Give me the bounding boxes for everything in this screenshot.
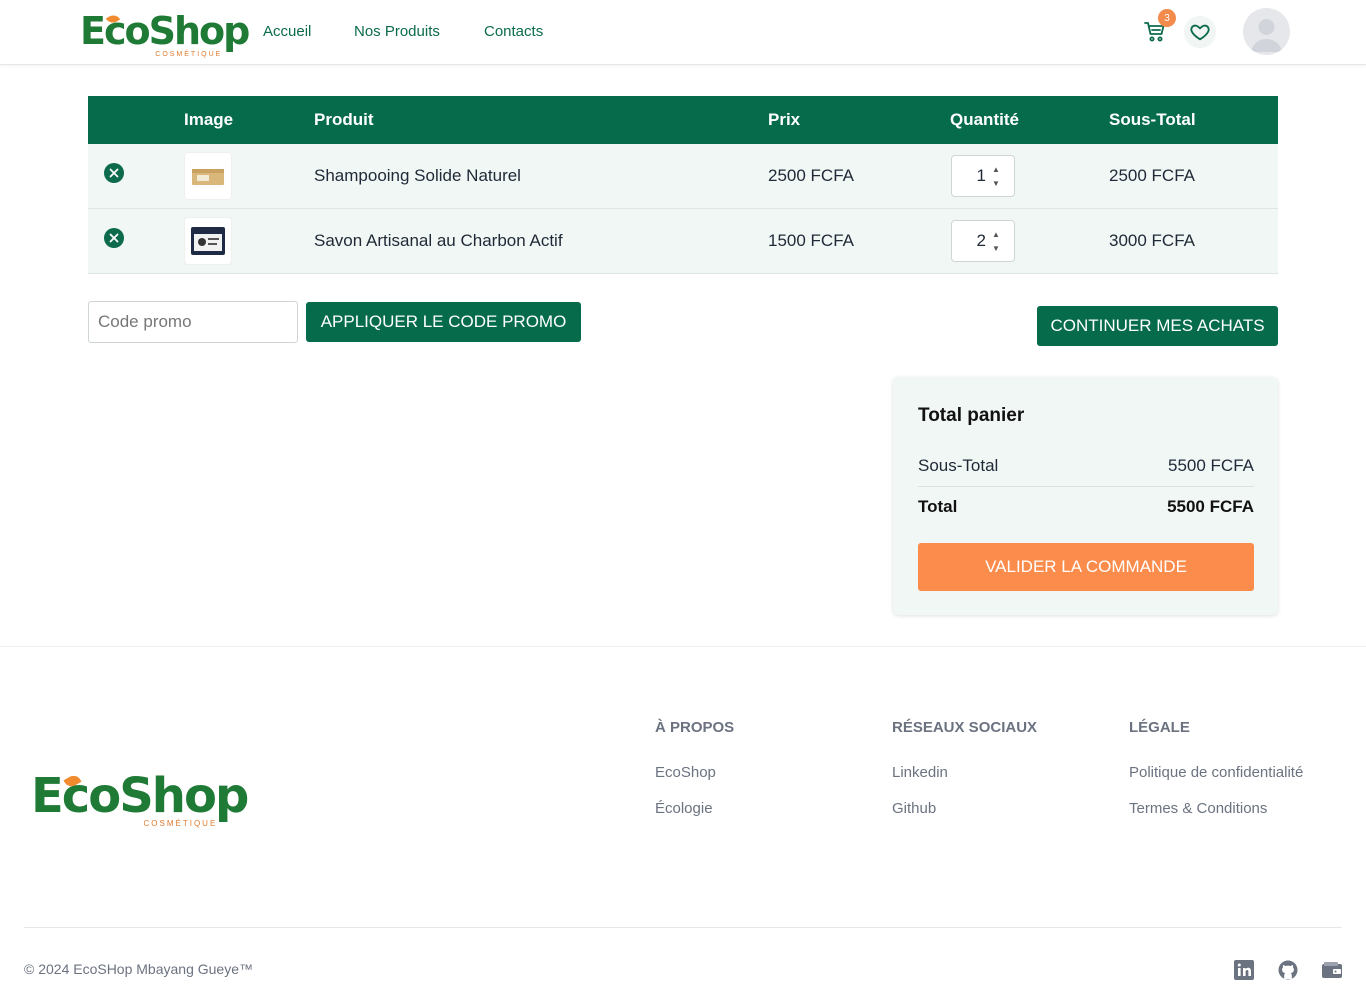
row-subtotal: 3000 FCFA: [1109, 231, 1195, 250]
footer-heading: À PROPOS: [655, 719, 735, 736]
subtotal-value: 5500 FCFA: [1168, 456, 1254, 475]
validate-order-button[interactable]: VALIDER LA COMMANDE: [918, 543, 1254, 591]
quantity-value: 2: [976, 231, 986, 250]
footer-heading: RÉSEAUX SOCIAUX: [892, 719, 1038, 736]
cart-count-badge: 3: [1158, 9, 1176, 27]
spin-buttons[interactable]: ▲ ▼: [990, 231, 1002, 253]
header-price: Prix: [768, 110, 801, 129]
footer-link-ecoshop[interactable]: EcoShop: [655, 764, 716, 781]
table-header: Image Produit Prix Quantité Sous-Total: [88, 96, 1278, 144]
remove-item-button[interactable]: [104, 228, 124, 248]
footer-bottom-divider: [24, 927, 1342, 928]
chevron-down-icon[interactable]: ▼: [992, 245, 1000, 253]
github-icon[interactable]: [1277, 959, 1299, 981]
close-icon: [109, 168, 119, 178]
footer-column-about: À PROPOS EcoShop Écologie: [655, 719, 735, 817]
user-icon: [1251, 19, 1282, 52]
header-image: Image: [184, 110, 234, 129]
footer-link-privacy[interactable]: Politique de confidentialité: [1129, 764, 1303, 781]
continue-shopping-button[interactable]: CONTINUER MES ACHATS: [1037, 306, 1278, 346]
close-icon: [109, 233, 119, 243]
nav-link-accueil[interactable]: Accueil: [263, 23, 311, 40]
totals-title: Total panier: [918, 405, 1025, 426]
product-thumbnail: [184, 217, 232, 265]
subtotal-label: Sous-Total: [918, 456, 999, 475]
product-thumbnail: [184, 152, 232, 200]
remove-item-button[interactable]: [104, 163, 124, 183]
row-subtotal: 2500 FCFA: [1109, 166, 1195, 185]
footer-column-legal: LÉGALE Politique de confidentialité Term…: [1129, 719, 1303, 817]
footer-brand-tagline: COSMÉTIQUE: [143, 819, 218, 828]
quantity-stepper[interactable]: 1 ▲ ▼: [951, 155, 1015, 197]
charcoal-soap-image: [191, 227, 225, 255]
footer-link-github[interactable]: Github: [892, 800, 936, 817]
navbar: EcoShop COSMÉTIQUE Accueil Nos Produits …: [0, 0, 1366, 65]
table-row: Shampooing Solide Naturel 2500 FCFA 1 ▲ …: [88, 144, 1278, 209]
brand-tagline: COSMÉTIQUE: [155, 51, 223, 58]
wallet-icon[interactable]: [1321, 959, 1343, 981]
quantity-stepper[interactable]: 2 ▲ ▼: [951, 220, 1015, 262]
quantity-value: 1: [976, 166, 986, 185]
footer-link-ecologie[interactable]: Écologie: [655, 800, 713, 817]
nav-link-contacts[interactable]: Contacts: [484, 23, 543, 40]
product-name: Savon Artisanal au Charbon Actif: [314, 231, 563, 250]
footer-logo[interactable]: EcoShop COSMÉTIQUE: [31, 772, 249, 828]
product-price: 2500 FCFA: [768, 166, 854, 185]
promo-code-input[interactable]: [88, 301, 298, 343]
product-name: Shampooing Solide Naturel: [314, 166, 521, 185]
cart-totals-card: Total panier Sous-Total 5500 FCFA Total …: [893, 377, 1278, 615]
chevron-down-icon[interactable]: ▼: [992, 180, 1000, 188]
soap-bar-image: [192, 169, 224, 185]
header-product: Produit: [314, 110, 374, 129]
total-label: Total: [918, 497, 958, 516]
header-quantity: Quantité: [950, 110, 1019, 129]
table-row: Savon Artisanal au Charbon Actif 1500 FC…: [88, 209, 1278, 274]
brand-logo[interactable]: EcoShop COSMÉTIQUE: [80, 12, 250, 58]
user-avatar[interactable]: [1243, 8, 1290, 55]
divider: [918, 486, 1254, 487]
header-subtotal: Sous-Total: [1109, 110, 1196, 129]
chevron-up-icon[interactable]: ▲: [992, 166, 1000, 174]
linkedin-icon[interactable]: [1233, 959, 1255, 981]
total-value: 5500 FCFA: [1167, 497, 1254, 516]
copyright-text: © 2024 EcoSHop Mbayang Gueye™: [24, 961, 254, 977]
product-price: 1500 FCFA: [768, 231, 854, 250]
nav-link-produits[interactable]: Nos Produits: [354, 23, 440, 40]
footer-link-terms[interactable]: Termes & Conditions: [1129, 800, 1267, 817]
apply-promo-button[interactable]: APPLIQUER LE CODE PROMO: [306, 302, 581, 342]
footer-link-linkedin[interactable]: Linkedin: [892, 764, 948, 781]
spin-buttons[interactable]: ▲ ▼: [990, 166, 1002, 188]
heart-icon: [1190, 24, 1210, 41]
footer-divider: [0, 646, 1366, 647]
wishlist-button[interactable]: [1184, 16, 1216, 48]
footer-column-social: RÉSEAUX SOCIAUX Linkedin Github: [892, 719, 1038, 817]
cart-table: Image Produit Prix Quantité Sous-Total S…: [88, 96, 1278, 274]
footer-heading: LÉGALE: [1129, 719, 1190, 736]
chevron-up-icon[interactable]: ▲: [992, 231, 1000, 239]
